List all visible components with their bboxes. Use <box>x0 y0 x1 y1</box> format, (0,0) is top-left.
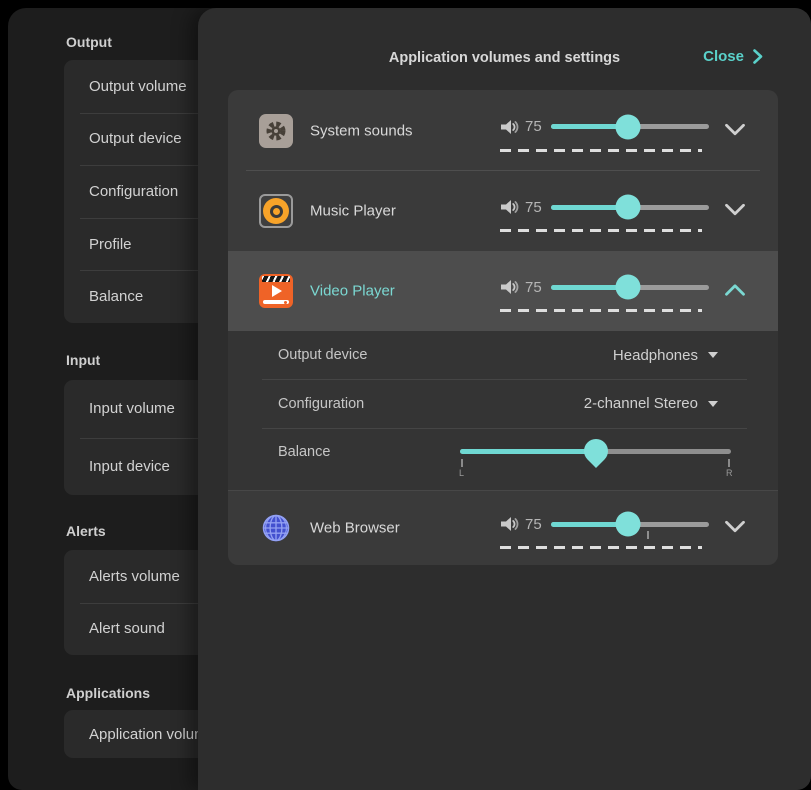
section-header-applications: Applications <box>66 683 150 703</box>
slider-thumb[interactable] <box>616 512 641 537</box>
balance-thumb[interactable] <box>579 434 613 468</box>
app-row-web-browser[interactable]: Web Browser 75 <box>228 491 778 565</box>
section-header-output: Output <box>66 32 112 52</box>
caret-down-icon <box>708 352 718 358</box>
balance-left-mark: L <box>459 468 464 478</box>
volume-icon <box>498 515 520 533</box>
globe-icon <box>259 511 293 545</box>
chevron-down-icon[interactable] <box>724 122 746 137</box>
volume-slider[interactable] <box>551 205 709 210</box>
peak-meter <box>500 229 702 232</box>
volume-value: 75 <box>525 279 546 296</box>
close-label: Close <box>703 48 744 65</box>
balance-right-mark: R <box>726 468 733 478</box>
app-name: System sounds <box>310 122 413 139</box>
balance-fill <box>460 449 596 454</box>
application-volumes-panel: Application volumes and settings Close S… <box>198 8 811 790</box>
output-device-dropdown[interactable]: Headphones <box>613 347 718 364</box>
volume-slider[interactable] <box>551 285 709 290</box>
section-header-alerts: Alerts <box>66 521 106 541</box>
volume-value: 75 <box>525 118 546 135</box>
peak-meter <box>500 309 702 312</box>
video-player-details: Output device Headphones Configuration 2… <box>228 331 778 491</box>
volume-value: 75 <box>525 199 546 216</box>
output-device-label: Output device <box>278 347 367 363</box>
chevron-down-icon[interactable] <box>724 519 746 534</box>
volume-icon <box>498 278 520 296</box>
volume-icon <box>498 118 520 136</box>
configuration-dropdown[interactable]: 2-channel Stereo <box>584 395 718 412</box>
slider-thumb[interactable] <box>616 275 641 300</box>
balance-slider[interactable] <box>460 449 731 454</box>
gear-icon <box>259 114 293 148</box>
section-header-input: Input <box>66 350 100 370</box>
video-icon <box>259 274 293 308</box>
balance-row: Balance L R <box>228 428 778 491</box>
app-row-system-sounds[interactable]: System sounds 75 <box>228 90 778 171</box>
volume-value: 75 <box>525 516 546 533</box>
configuration-row: Configuration 2-channel Stereo <box>228 379 778 428</box>
slider-thumb[interactable] <box>616 195 641 220</box>
output-device-value: Headphones <box>613 347 698 364</box>
close-button[interactable]: Close <box>703 48 763 65</box>
peak-meter <box>500 546 702 549</box>
balance-right-tick <box>728 459 730 467</box>
configuration-value: 2-channel Stereo <box>584 395 698 412</box>
app-name: Music Player <box>310 203 396 220</box>
volume-slider[interactable] <box>551 522 709 527</box>
slider-thumb[interactable] <box>616 114 641 139</box>
configuration-label: Configuration <box>278 396 364 412</box>
balance-label: Balance <box>278 444 330 460</box>
peak-meter <box>500 149 702 152</box>
app-volume-list: System sounds 75 <box>228 90 778 565</box>
app-name: Video Player <box>310 283 395 300</box>
caret-down-icon <box>708 401 718 407</box>
slider-100-mark <box>647 531 649 539</box>
sound-settings-window: Output Output volume Output device Confi… <box>8 8 811 790</box>
volume-slider[interactable] <box>551 124 709 129</box>
chevron-right-icon <box>753 49 763 64</box>
speaker-icon <box>259 194 293 228</box>
app-row-music-player[interactable]: Music Player 75 <box>228 171 778 251</box>
output-device-row: Output device Headphones <box>228 331 778 379</box>
balance-left-tick <box>461 459 463 467</box>
chevron-down-icon[interactable] <box>724 202 746 217</box>
app-name: Web Browser <box>310 520 400 537</box>
chevron-up-icon[interactable] <box>724 282 746 297</box>
volume-icon <box>498 198 520 216</box>
app-row-video-player[interactable]: Video Player 75 <box>228 251 778 331</box>
